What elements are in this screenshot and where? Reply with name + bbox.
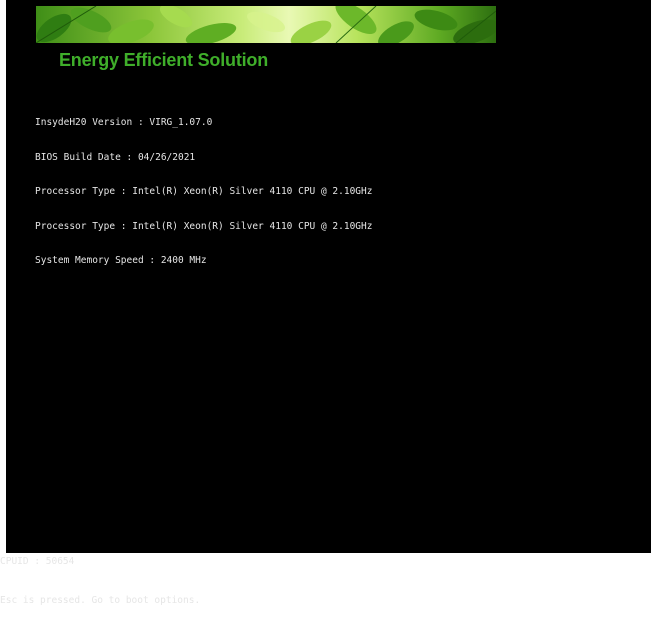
bios-post-screen: Energy Efficient Solution InsydeH20 Vers…	[6, 0, 651, 553]
cpuid-line: CPUID : 50654	[0, 556, 75, 567]
banner-headline: Energy Efficient Solution	[59, 50, 269, 70]
insydeh20-version-line: InsydeH20 Version : VIRG_1.07.0	[35, 117, 213, 128]
processor-type-line: Processor Type : Intel(R) Xeon(R) Silver…	[35, 186, 373, 197]
bios-info-block: InsydeH20 Version : VIRG_1.07.0 BIOS Bui…	[35, 94, 372, 290]
leaves-banner-image	[36, 6, 496, 43]
post-footer: CPUID : 50654 Esc is pressed. Go to boot…	[0, 529, 200, 620]
bios-build-date-line: BIOS Build Date : 04/26/2021	[35, 151, 196, 163]
boot-status-line: Esc is pressed. Go to boot options.	[0, 595, 201, 606]
processor-type-line: Processor Type : Intel(R) Xeon(R) Silver…	[35, 220, 373, 232]
memory-speed-line: System Memory Speed : 2400 MHz	[35, 255, 207, 266]
